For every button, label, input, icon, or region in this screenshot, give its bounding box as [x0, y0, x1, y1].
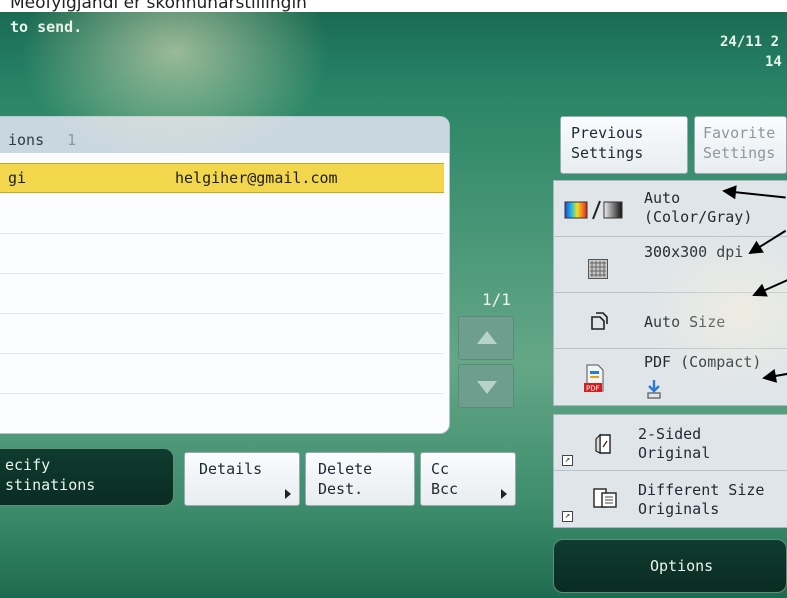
- specify-destinations-button[interactable]: ecify stinations: [0, 448, 174, 506]
- delete-destination-label: Delete Dest.: [318, 460, 373, 498]
- destination-header-label: ions: [8, 131, 45, 149]
- details-button[interactable]: Details: [184, 452, 300, 506]
- top-caption: Meðfylgjandi er skönnunarstillingin: [10, 0, 307, 12]
- list-divider: [0, 273, 444, 274]
- two-sided-icon: [595, 433, 611, 454]
- svg-text:PDF: PDF: [586, 385, 600, 393]
- scroll-down-button[interactable]: [458, 364, 514, 408]
- triangle-down-icon: [477, 381, 497, 394]
- scan-size-value: Auto Size: [644, 313, 726, 331]
- expand-arrow-icon: ↗: [562, 455, 573, 466]
- page-indicator: 1/1: [482, 290, 511, 309]
- page-size-icon: [591, 312, 608, 330]
- status-message: to send.: [10, 18, 83, 36]
- scroll-up-button[interactable]: [458, 316, 514, 360]
- favorite-settings-button[interactable]: Favorite Settings: [694, 116, 787, 174]
- color-mode-value: Auto (Color/Gray): [644, 189, 753, 226]
- specify-destinations-label: ecify stinations: [5, 456, 96, 494]
- two-sided-value: 2-Sided Original: [638, 425, 711, 462]
- two-sided-original-setting[interactable]: ↗ 2-Sided Original: [554, 415, 787, 471]
- different-size-value: Different Size Originals: [638, 481, 765, 518]
- list-divider: [0, 393, 444, 394]
- color-mode-setting[interactable]: Auto (Color/Gray): [554, 181, 787, 237]
- triangle-up-icon: [477, 331, 497, 344]
- options-label: Options: [650, 557, 714, 575]
- details-label: Details: [199, 460, 263, 478]
- status-time: 14: [765, 54, 782, 70]
- cc-bcc-label: Cc Bcc: [431, 460, 459, 498]
- destination-count: 1: [67, 131, 77, 149]
- original-settings-panel: ↗ 2-Sided Original ↗ Different Size Orig…: [553, 414, 787, 528]
- destination-list: gi helgiher@gmail.com: [0, 153, 449, 433]
- expand-arrow-icon: ↗: [562, 511, 573, 522]
- destination-email: helgiher@gmail.com: [175, 169, 338, 187]
- destination-panel: ions 1 gi helgiher@gmail.com: [0, 116, 450, 434]
- top-caption-bar: Meðfylgjandi er skönnunarstillingin: [0, 0, 787, 12]
- destination-name: gi: [8, 169, 27, 187]
- color-gray-icon: [564, 200, 623, 220]
- cc-bcc-button[interactable]: Cc Bcc: [420, 452, 516, 506]
- scan-size-setting[interactable]: Auto Size: [554, 293, 787, 349]
- different-size-originals-setting[interactable]: ↗ Different Size Originals: [554, 471, 787, 527]
- options-button[interactable]: Options: [553, 539, 787, 593]
- list-divider: [0, 353, 444, 354]
- status-date: 24/11 2: [720, 34, 780, 50]
- copier-screen: to send. 24/11 2 14 ions 1 gi helgiher@g…: [0, 12, 787, 598]
- file-type-value: PDF (Compact): [644, 353, 762, 371]
- destination-header: ions 1: [0, 117, 449, 153]
- resolution-value: 300x300 dpi: [644, 243, 744, 261]
- destination-row-selected[interactable]: gi helgiher@gmail.com: [0, 163, 444, 193]
- pdf-file-icon: PDF: [584, 364, 604, 393]
- caret-right-icon: [285, 489, 291, 499]
- compact-download-icon: [647, 380, 661, 399]
- previous-settings-button[interactable]: Previous Settings: [560, 116, 688, 174]
- file-type-setting[interactable]: PDF PDF (Compact): [554, 349, 787, 407]
- mixed-size-icon: [593, 488, 617, 508]
- favorite-settings-label: Favorite Settings: [703, 124, 776, 162]
- delete-destination-button[interactable]: Delete Dest.: [305, 452, 415, 506]
- resolution-grid-icon: [588, 259, 608, 279]
- previous-settings-label: Previous Settings: [571, 124, 644, 162]
- list-divider: [0, 233, 444, 234]
- caret-right-icon: [501, 489, 507, 499]
- list-divider: [0, 313, 444, 314]
